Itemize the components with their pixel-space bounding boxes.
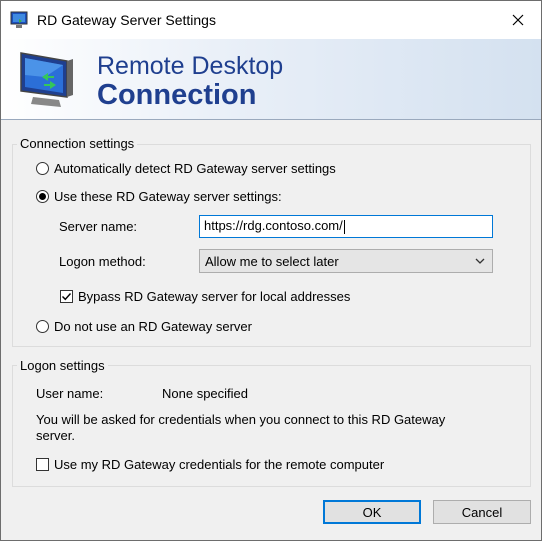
do-not-use-radio[interactable]: Do not use an RD Gateway server xyxy=(36,319,252,334)
logon-method-selected-value: Allow me to select later xyxy=(205,254,339,269)
user-name-label: User name: xyxy=(36,386,104,401)
text-caret xyxy=(343,219,345,234)
checkmark-icon xyxy=(62,293,72,301)
banner-separator xyxy=(1,119,541,120)
do-not-use-label: Do not use an RD Gateway server xyxy=(54,319,252,334)
bypass-local-checkbox[interactable]: Bypass RD Gateway server for local addre… xyxy=(60,289,350,304)
server-name-value: https://rdg.contoso.com/ xyxy=(204,218,343,233)
logon-settings-legend: Logon settings xyxy=(17,358,108,373)
cancel-button[interactable]: Cancel xyxy=(433,500,531,524)
use-these-settings-radio-circle[interactable] xyxy=(36,190,49,203)
remote-desktop-monitor-icon xyxy=(20,52,73,107)
auto-detect-radio[interactable]: Automatically detect RD Gateway server s… xyxy=(36,161,336,176)
connection-settings-legend: Connection settings xyxy=(17,136,138,151)
banner: Remote Desktop Connection xyxy=(1,39,541,119)
close-icon xyxy=(512,14,524,26)
chevron-down-icon xyxy=(475,258,485,264)
credentials-info-line2: server. xyxy=(36,428,76,443)
logon-method-dropdown[interactable]: Allow me to select later xyxy=(199,249,493,273)
window-title: RD Gateway Server Settings xyxy=(37,12,216,28)
rd-gateway-settings-dialog: RD Gateway Server Settings Remote Deskto… xyxy=(0,0,542,541)
banner-title-line1: Remote Desktop xyxy=(97,52,284,80)
use-credentials-label: Use my RD Gateway credentials for the re… xyxy=(54,457,385,472)
remote-desktop-icon xyxy=(10,11,28,28)
server-name-input[interactable]: https://rdg.contoso.com/ xyxy=(199,215,493,238)
auto-detect-radio-circle[interactable] xyxy=(36,162,49,175)
ok-button[interactable]: OK xyxy=(323,500,421,524)
banner-title-line2: Connection xyxy=(97,79,257,111)
logon-method-label: Logon method: xyxy=(59,254,146,269)
user-name-value: None specified xyxy=(162,386,248,401)
title-bar: RD Gateway Server Settings xyxy=(1,1,541,39)
close-button[interactable] xyxy=(495,1,541,39)
use-credentials-checkbox-box[interactable] xyxy=(36,458,49,471)
do-not-use-radio-circle[interactable] xyxy=(36,320,49,333)
auto-detect-label: Automatically detect RD Gateway server s… xyxy=(54,161,336,176)
server-name-label: Server name: xyxy=(59,219,138,234)
bypass-local-checkbox-box[interactable] xyxy=(60,290,73,303)
use-these-settings-radio[interactable]: Use these RD Gateway server settings: xyxy=(36,189,282,204)
bypass-local-label: Bypass RD Gateway server for local addre… xyxy=(78,289,351,304)
credentials-info-line1: You will be asked for credentials when y… xyxy=(36,412,446,427)
use-these-settings-label: Use these RD Gateway server settings: xyxy=(54,189,282,204)
use-credentials-checkbox[interactable]: Use my RD Gateway credentials for the re… xyxy=(36,457,384,472)
